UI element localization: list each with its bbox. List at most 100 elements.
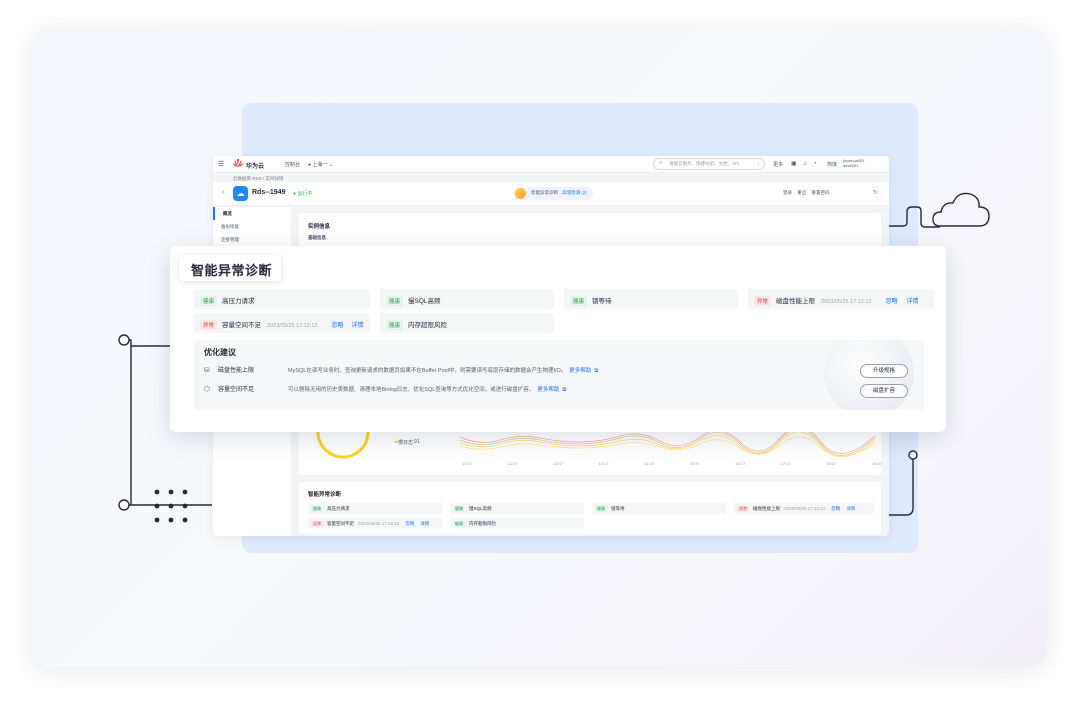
diagnosis-card-title: 智能异常诊断: [308, 492, 342, 498]
external-link-icon[interactable]: ⧉: [562, 387, 566, 393]
item-label: 内存超限风险: [408, 322, 448, 329]
diag-item-capacity[interactable]: 异常 容量空间不足 2023/05/25 17:12:12 忽略 详情: [194, 313, 370, 333]
x-tick: 18:07: [826, 461, 837, 466]
diag-item-lock-wait[interactable]: 健康 锁等待: [564, 289, 738, 309]
item-time: 2023/05/25 17:12:12: [358, 521, 400, 526]
x-tick: 16:27: [735, 461, 746, 466]
sidebar-item-overview[interactable]: 概览: [213, 207, 291, 220]
more-menu[interactable]: 更多: [773, 161, 783, 168]
disk-expand-button[interactable]: 磁盘扩容: [860, 384, 908, 398]
x-tick: 13:47: [553, 461, 564, 466]
x-tick: 12:57: [507, 461, 518, 466]
status-text: 运行中: [297, 191, 313, 197]
message-icon[interactable]: ◔: [813, 161, 823, 167]
item-label: 容量空间不足: [222, 322, 262, 329]
search-shortcut: /: [757, 161, 759, 166]
x-tick: 17:17: [780, 461, 791, 466]
reset-password-button[interactable]: 重置密码: [812, 190, 830, 195]
toolbar-icons[interactable]: ▣♫◔: [791, 160, 823, 167]
x-tick: 18:57: [871, 461, 882, 466]
detail-link[interactable]: 详情: [352, 323, 364, 329]
optimization-row-capacity: ⬡ 容量空间不足 可以删除无用的历史表数据、清理本地Binlog日志、优化SQL查询…: [204, 384, 566, 396]
status-tag: 健康: [595, 506, 607, 512]
optimization-row-disk: ⛁ 磁盘性能上限 MySQL在读写业务时、查询更新请求的数据页如果不在Buffer …: [204, 365, 598, 377]
menu-icon[interactable]: ☰: [218, 160, 224, 168]
status-tag: 健康: [386, 296, 404, 306]
item-label: 磁盘性能上限: [776, 298, 816, 305]
help-link[interactable]: 更多帮助: [569, 368, 591, 374]
item-label: 磁盘性能上限: [753, 506, 780, 511]
optimization-title: 优化建议: [204, 348, 236, 357]
card-subtitle: 基础信息: [308, 235, 326, 240]
instance-name[interactable]: Rds--1949: [252, 189, 285, 196]
sidebar-item-connection[interactable]: 连接管理: [213, 233, 291, 246]
search-input[interactable]: ⌕ 请搜云服务、快捷导航、文档、API /: [653, 158, 765, 170]
x-tick: 14:17: [598, 461, 609, 466]
item-label: 锁等待: [592, 298, 612, 305]
user-account[interactable]: jixuehua001 dave001: [843, 158, 865, 168]
item-label: 内存超限风险: [469, 521, 496, 526]
ignore-link[interactable]: 忽略: [885, 299, 897, 305]
terminal-icon[interactable]: ▣: [791, 161, 803, 167]
brand-name[interactable]: 华为云: [246, 161, 264, 170]
status-tag: 健康: [570, 296, 588, 306]
chart-legend-value: 91: [414, 439, 420, 445]
item-label: 慢SQL高频: [408, 298, 441, 305]
ignore-link[interactable]: 忽略: [831, 506, 840, 511]
item-label: 高压力请求: [222, 298, 255, 305]
detail-link[interactable]: 详情: [420, 521, 429, 526]
list-item: 健康 高压力请求: [308, 503, 442, 514]
header-actions: 登录 重启 重置密码: [783, 190, 830, 196]
ignore-link[interactable]: 忽略: [331, 323, 343, 329]
legend-dot: [394, 440, 398, 444]
dot-grid: [154, 489, 188, 523]
ai-label: 智能异常诊断: [531, 190, 558, 195]
diag-item-high-pressure[interactable]: 健康 高压力请求: [194, 289, 370, 309]
status-tag: 健康: [311, 506, 323, 512]
back-arrow-icon[interactable]: ‹: [222, 189, 224, 196]
console-link[interactable]: 控制台: [285, 161, 300, 168]
help-link[interactable]: 更多帮助: [537, 387, 559, 393]
top-navbar: ☰ 华为云 控制台 ● 上海一 ⌄ ⌕ 请搜云服务、快捷导航、文档、API / …: [213, 156, 889, 173]
ignore-link[interactable]: 忽略: [405, 521, 414, 526]
instance-header: ‹ ☁ Rds--1949 ● 运行中 智能异常诊断 异常检测 (2) 登录 重…: [213, 182, 889, 206]
region-label: 上海一: [312, 162, 328, 168]
restart-button[interactable]: 重启: [797, 190, 806, 195]
item-label: 慢SQL高频: [469, 506, 492, 511]
ai-avatar-icon: [515, 188, 526, 199]
sidebar-item-backup[interactable]: 备份恢复: [213, 220, 291, 233]
detail-link[interactable]: 详情: [846, 506, 855, 511]
status-tag: 健康: [200, 296, 218, 306]
upgrade-spec-button[interactable]: 升级规格: [860, 364, 908, 378]
language-selector[interactable]: 简体: [827, 161, 837, 168]
item-time: 2023/05/25 17:12:12: [784, 506, 826, 511]
status-tag: 异常: [754, 296, 772, 306]
performance-chart-fragment: [316, 432, 876, 459]
detail-link[interactable]: 详情: [907, 299, 919, 305]
external-link-icon[interactable]: ⧉: [594, 368, 598, 374]
login-button[interactable]: 登录: [783, 190, 792, 195]
status-tag: 异常: [737, 506, 749, 512]
diag-item-disk-limit[interactable]: 异常 磁盘性能上限 2023/05/25 17:12:12 忽略 详情: [748, 289, 934, 309]
ai-diagnosis-badge[interactable]: 智能异常诊断 异常检测 (2): [513, 187, 594, 200]
item-label: 容量空间不足: [327, 521, 354, 526]
diagnosis-card-secondary: 智能异常诊断 健康 高压力请求 健康 慢SQL高频 健康 锁等待 异常 磁盘性能上限 20…: [299, 482, 881, 534]
optimization-desc: 可以删除无用的历史表数据、清理本地Binlog日志、优化SQL查询等方式优化空间…: [288, 387, 535, 393]
diag-item-memory[interactable]: 健康 内存超限风险: [380, 313, 554, 333]
gauge-arc: [316, 432, 370, 459]
diagnosis-grid: 健康 高压力请求 健康 慢SQL高频 健康 锁等待 异常 磁盘性能上限 2023/05/2…: [184, 284, 934, 416]
storage-icon: ⬡: [204, 386, 211, 393]
optimization-desc: MySQL在读写业务时、查询更新请求的数据页如果不在Buffer Pool中，则…: [288, 368, 567, 374]
wave-lines: [459, 432, 876, 457]
status-badge: ● 运行中: [293, 191, 313, 197]
huawei-logo-icon[interactable]: [233, 159, 243, 168]
list-item: 健康 慢SQL高频: [450, 503, 584, 514]
region-selector[interactable]: ● 上海一 ⌄: [308, 161, 333, 168]
diag-item-slow-sql[interactable]: 健康 慢SQL高频: [380, 289, 554, 309]
popup-title: 智能异常诊断: [179, 255, 281, 281]
item-time: 2023/05/25 17:12:12: [821, 299, 872, 305]
list-item: 健康 锁等待: [592, 503, 726, 514]
refresh-icon[interactable]: ↻: [873, 189, 878, 196]
x-tick: 12:07: [462, 461, 473, 466]
notification-icon[interactable]: ♫: [803, 161, 814, 167]
